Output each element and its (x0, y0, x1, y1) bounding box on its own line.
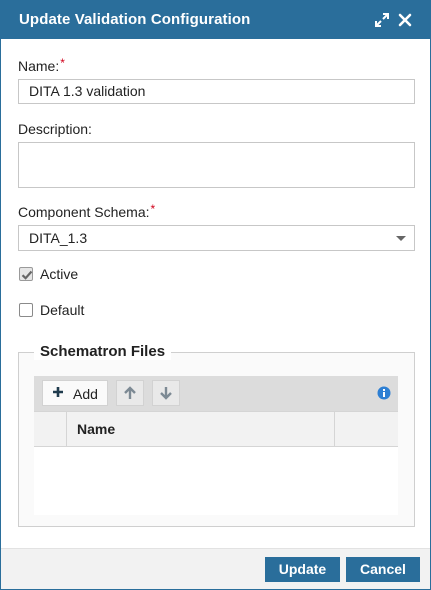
name-label-text: Name: (18, 58, 60, 74)
info-icon[interactable] (377, 386, 391, 400)
add-button[interactable]: Add (42, 380, 108, 406)
chevron-down-icon[interactable] (396, 236, 406, 241)
name-label: Name:* (18, 56, 65, 74)
plus-icon (53, 387, 63, 397)
schematron-grid-body (34, 447, 398, 515)
cancel-button[interactable]: Cancel (346, 557, 420, 582)
schematron-toolbar: Add (34, 376, 398, 411)
required-mark: * (60, 56, 65, 70)
schematron-files-fieldset: Schematron Files Add Name (18, 343, 415, 527)
dialog-titlebar: Update Validation Configuration (1, 1, 430, 39)
expand-icon[interactable] (374, 12, 390, 28)
add-button-label: Add (73, 386, 98, 402)
dialog-title: Update Validation Configuration (19, 11, 251, 28)
component-schema-label: Component Schema:* (18, 202, 156, 220)
dialog-footer: Update Cancel (1, 548, 430, 589)
component-schema-select[interactable]: DITA_1.3 (18, 225, 415, 251)
active-label: Active (40, 266, 79, 282)
required-mark: * (150, 202, 156, 216)
active-checkbox[interactable] (19, 267, 33, 281)
arrow-down-icon (160, 387, 172, 400)
checkmark-icon (21, 270, 33, 280)
name-column-header[interactable]: Name (67, 412, 335, 446)
move-up-button[interactable] (116, 380, 144, 406)
select-column-header[interactable] (34, 412, 67, 446)
component-schema-value: DITA_1.3 (29, 230, 88, 246)
schematron-files-legend: Schematron Files (34, 343, 172, 360)
name-column-label: Name (77, 421, 116, 437)
move-down-button[interactable] (152, 380, 180, 406)
default-label: Default (40, 302, 85, 318)
component-schema-label-text: Component Schema: (18, 204, 150, 220)
name-input[interactable]: DITA 1.3 validation (18, 79, 415, 104)
default-checkbox[interactable] (19, 303, 33, 317)
close-icon[interactable] (397, 12, 413, 28)
update-validation-dialog: Update Validation Configuration Name:* D… (0, 0, 431, 590)
description-input[interactable] (18, 142, 415, 188)
schematron-grid-header: Name (34, 411, 398, 447)
update-button[interactable]: Update (265, 557, 340, 582)
description-label: Description: (18, 121, 92, 137)
arrow-up-icon (124, 386, 136, 399)
